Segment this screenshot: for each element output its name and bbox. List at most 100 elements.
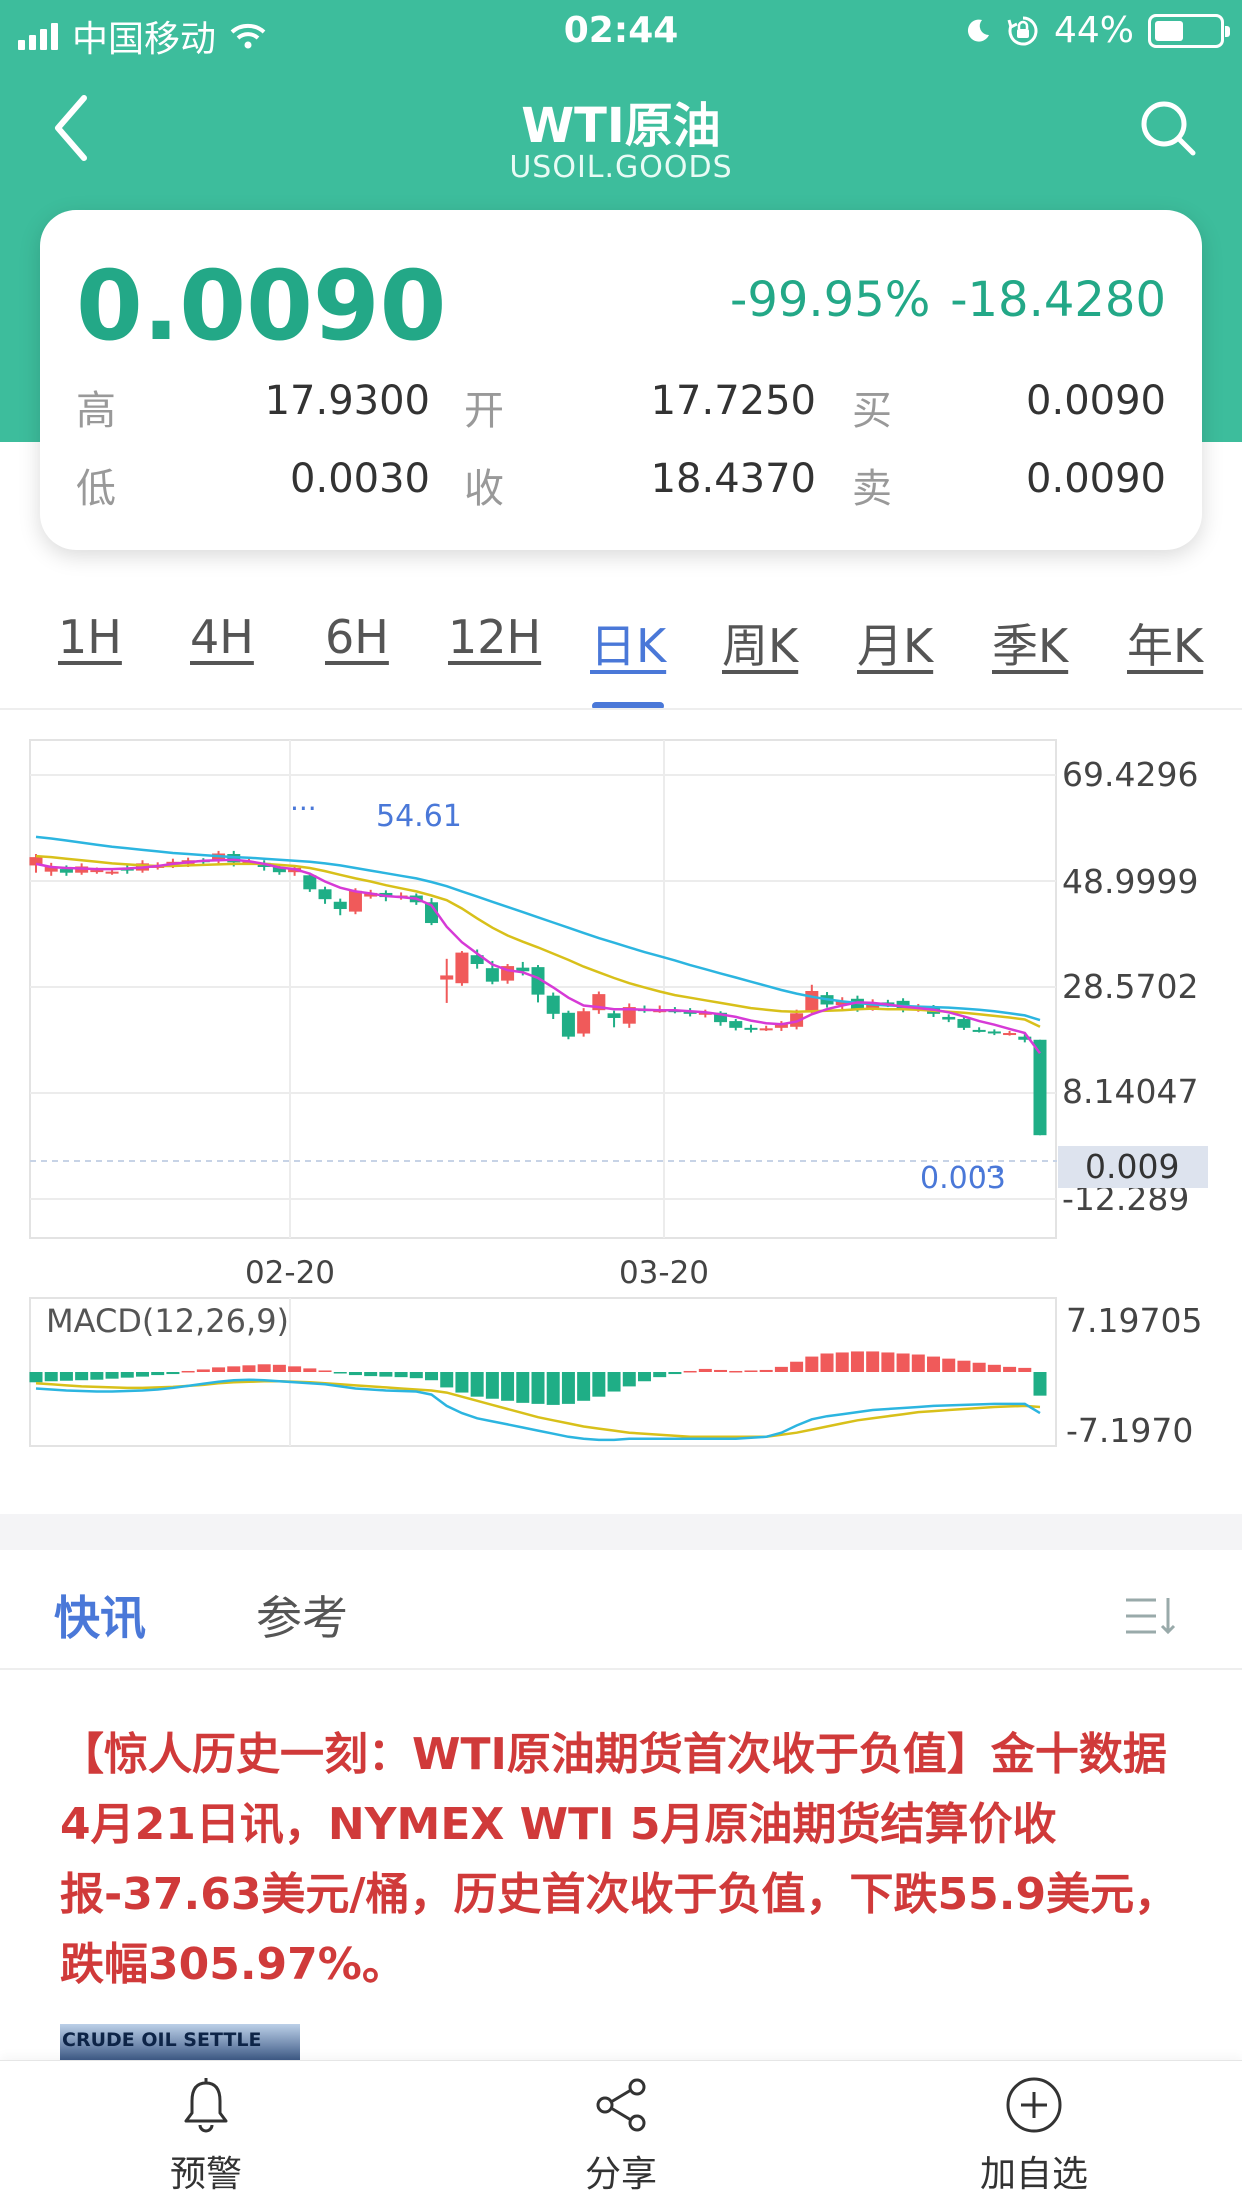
macd-bar — [379, 1372, 393, 1377]
macd-bar — [927, 1356, 941, 1373]
macd-bar — [820, 1353, 834, 1373]
share-icon — [596, 2078, 646, 2132]
macd-bar — [257, 1364, 271, 1373]
low-value: 0.0030 — [290, 456, 430, 502]
y-tick-label: 69.4296 — [1062, 755, 1198, 794]
candle-body — [577, 1011, 591, 1034]
tab-flash-news[interactable]: 快讯 — [54, 1582, 146, 1648]
add-watchlist-button[interactable]: 加自选 — [934, 2075, 1134, 2205]
macd-histogram — [29, 1351, 1047, 1405]
sort-list-icon[interactable] — [1122, 1594, 1182, 1638]
candle-body — [987, 1031, 1001, 1034]
last-price: 0.0090 — [76, 250, 447, 362]
news-tabs: 快讯 参考 — [0, 1550, 1242, 1670]
macd-bar — [987, 1364, 1001, 1373]
macd-y-tick-label: 7.19705 — [1066, 1301, 1202, 1340]
macd-bar — [653, 1372, 667, 1378]
macd-bar — [501, 1372, 515, 1401]
candle-body — [318, 889, 332, 900]
tab-reference[interactable]: 参考 — [256, 1582, 348, 1648]
high-marker-label: 54.61 — [376, 799, 462, 834]
candle-body — [105, 871, 119, 874]
macd-bar — [44, 1372, 58, 1382]
bottom-toolbar: 预警 分享 加自选 — [0, 2060, 1242, 2208]
macd-y-tick-label: -7.1970 — [1066, 1411, 1193, 1450]
macd-bar — [759, 1369, 773, 1373]
high-label: 高 — [76, 388, 116, 434]
macd-bar — [744, 1370, 758, 1373]
candle-body — [455, 952, 469, 984]
alert-button[interactable]: 预警 — [106, 2075, 306, 2205]
tab-4h[interactable]: 4H — [190, 610, 254, 664]
share-button[interactable]: 分享 — [521, 2075, 721, 2205]
kline-chart[interactable]: 69.4296 48.9999 28.5702 8.14047 -12.289 … — [0, 715, 1242, 1485]
macd-bar — [364, 1372, 378, 1377]
status-right: 44% — [964, 10, 1230, 51]
tab-weekly-k[interactable]: 周K — [722, 610, 798, 676]
change-amount: -18.4280 — [950, 272, 1166, 328]
macd-bar — [790, 1361, 804, 1373]
open-label: 开 — [464, 388, 504, 434]
share-label: 分享 — [584, 2154, 657, 2195]
candle-body — [972, 1029, 986, 1032]
macd-bar — [1018, 1367, 1032, 1373]
candle-body — [1003, 1033, 1017, 1036]
y-tick-label: 48.9999 — [1062, 862, 1198, 901]
bid-value: 0.0090 — [1026, 378, 1166, 424]
tab-quarterly-k[interactable]: 季K — [992, 610, 1068, 676]
x-tick-label: 03-20 — [619, 1255, 709, 1291]
macd-bar — [577, 1372, 591, 1401]
macd-bar — [531, 1372, 545, 1404]
section-separator — [0, 1514, 1242, 1550]
tab-1h[interactable]: 1H — [58, 610, 122, 664]
page-title: WTI原油 — [521, 98, 721, 154]
y-tick-label: 8.14047 — [1062, 1072, 1198, 1111]
macd-bar — [729, 1370, 743, 1373]
candle-body — [744, 1027, 758, 1030]
macd-bar — [637, 1372, 651, 1382]
tab-12h[interactable]: 12H — [448, 610, 541, 664]
macd-bar — [607, 1372, 621, 1392]
battery-percent: 44% — [1053, 10, 1134, 51]
macd-bar — [288, 1366, 302, 1373]
tab-monthly-k[interactable]: 月K — [857, 610, 933, 676]
bell-icon — [184, 2078, 228, 2133]
macd-bar — [333, 1372, 347, 1374]
candle-body — [90, 870, 104, 873]
macd-bar — [75, 1372, 89, 1381]
macd-bar — [835, 1352, 849, 1373]
tab-daily-k[interactable]: 日K — [590, 610, 666, 676]
macd-bar — [120, 1372, 134, 1378]
news-item-text[interactable]: 【惊人历史一刻：WTI原油期货首次收于负值】金十数据4月21日讯，NYMEX W… — [60, 1720, 1180, 2000]
macd-bar — [774, 1366, 788, 1373]
macd-bar — [942, 1358, 956, 1373]
macd-bar — [622, 1372, 636, 1387]
macd-bar — [166, 1372, 180, 1375]
macd-bar — [135, 1372, 149, 1377]
candle-body — [805, 990, 819, 1011]
candle-body — [333, 901, 347, 910]
page-subtitle: USOIL.GOODS — [509, 150, 733, 185]
macd-bar — [683, 1370, 697, 1373]
macd-bar — [59, 1372, 73, 1381]
macd-bar — [546, 1372, 560, 1405]
high-marker: ··· 54.61 — [290, 792, 462, 834]
news-thumbnail[interactable]: CRUDE OIL SETTLE — [60, 2024, 300, 2060]
macd-bar — [455, 1372, 469, 1393]
tab-6h[interactable]: 6H — [325, 610, 389, 664]
tab-yearly-k[interactable]: 年K — [1127, 610, 1203, 676]
status-bar: 中国移动 02:44 44% — [0, 0, 1242, 62]
search-icon[interactable] — [1138, 98, 1198, 158]
moon-icon — [967, 19, 989, 42]
candle-body — [759, 1028, 773, 1031]
macd-bar — [850, 1351, 864, 1373]
macd-bar — [440, 1372, 454, 1388]
macd-bar — [242, 1365, 256, 1373]
candle-body — [546, 995, 560, 1014]
macd-bar — [272, 1364, 286, 1373]
alert-label: 预警 — [169, 2154, 242, 2195]
last-price-tag-label: 0.009 — [1085, 1147, 1179, 1186]
macd-bar — [470, 1372, 484, 1397]
low-label: 低 — [76, 466, 116, 512]
macd-bar — [425, 1372, 439, 1381]
